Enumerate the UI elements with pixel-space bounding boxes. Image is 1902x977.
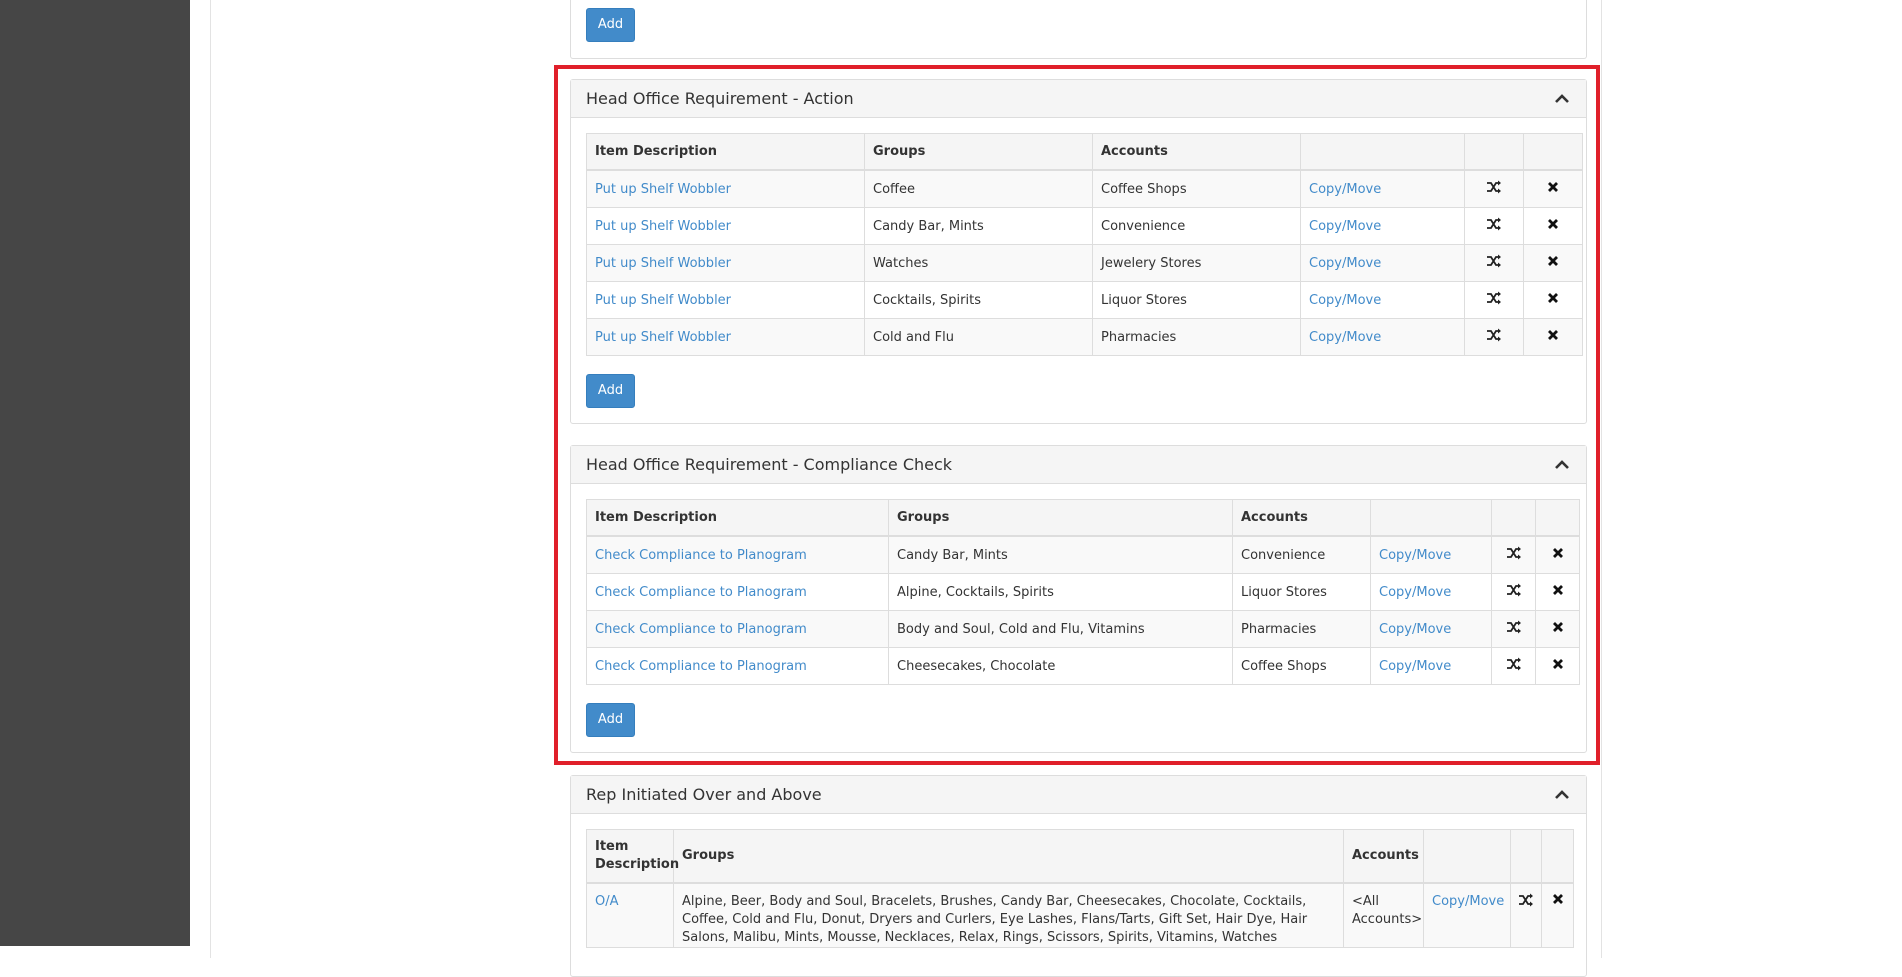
items-table: Item Description Groups Accounts Put up … <box>586 133 1583 356</box>
close-icon[interactable] <box>1547 293 1559 308</box>
shuffle-icon[interactable] <box>1486 254 1502 272</box>
column-header: Groups <box>864 133 1093 171</box>
column-header: Item Description <box>586 133 865 171</box>
column-header: Groups <box>673 829 1344 884</box>
add-button[interactable]: Add <box>586 8 635 42</box>
item-link[interactable]: Put up Shelf Wobbler <box>595 330 731 345</box>
copy-move-link[interactable]: Copy/Move <box>1309 219 1381 234</box>
groups-cell: Candy Bar, Mints <box>888 535 1233 574</box>
column-header: Item Description <box>586 829 679 884</box>
copy-move-link[interactable]: Copy/Move <box>1309 256 1381 271</box>
chevron-up-icon[interactable] <box>1553 456 1571 474</box>
close-icon[interactable] <box>1547 330 1559 345</box>
table-row: Check Compliance to Planogram Body and S… <box>586 610 1580 648</box>
copy-move-link[interactable]: Copy/Move <box>1309 293 1381 308</box>
panel-rep-initiated: Rep Initiated Over and Above Item Descri… <box>570 775 1587 977</box>
shuffle-icon[interactable] <box>1486 217 1502 235</box>
panel-title: Head Office Requirement - Compliance Che… <box>586 455 953 474</box>
item-link[interactable]: Put up Shelf Wobbler <box>595 182 731 197</box>
item-link[interactable]: Check Compliance to Planogram <box>595 585 807 600</box>
sidebar <box>0 0 190 946</box>
add-button[interactable]: Add <box>586 374 635 408</box>
close-icon[interactable] <box>1552 585 1564 600</box>
shuffle-icon[interactable] <box>1506 546 1522 564</box>
accounts-cell: Pharmacies <box>1232 610 1371 648</box>
groups-cell: Cocktails, Spirits <box>864 281 1093 319</box>
panel-heading[interactable]: Head Office Requirement - Compliance Che… <box>571 446 1586 484</box>
items-table: Item Description Groups Accounts Check C… <box>586 499 1580 685</box>
item-link[interactable]: Check Compliance to Planogram <box>595 622 807 637</box>
panel-compliance-check: Head Office Requirement - Compliance Che… <box>570 445 1587 753</box>
item-link[interactable]: O/A <box>595 894 619 909</box>
item-link[interactable]: Put up Shelf Wobbler <box>595 256 731 271</box>
accounts-cell: Coffee Shops <box>1092 169 1301 208</box>
copy-move-link[interactable]: Copy/Move <box>1379 622 1451 637</box>
close-icon[interactable] <box>1547 219 1559 234</box>
close-icon[interactable] <box>1552 894 1564 909</box>
shuffle-icon[interactable] <box>1486 328 1502 346</box>
groups-cell: Alpine, Beer, Body and Soul, Bracelets, … <box>673 882 1344 948</box>
table-row: Put up Shelf Wobbler Watches Jewelery St… <box>586 244 1583 282</box>
panel-heading[interactable]: Rep Initiated Over and Above <box>571 776 1586 814</box>
groups-cell: Watches <box>864 244 1093 282</box>
chevron-up-icon[interactable] <box>1553 786 1571 804</box>
shuffle-icon[interactable] <box>1486 180 1502 198</box>
close-icon[interactable] <box>1552 659 1564 674</box>
accounts-cell: Pharmacies <box>1092 318 1301 356</box>
close-icon[interactable] <box>1547 256 1559 271</box>
groups-cell: Candy Bar, Mints <box>864 207 1093 245</box>
panel-heading[interactable]: Head Office Requirement - Action <box>571 80 1586 118</box>
copy-move-link[interactable]: Copy/Move <box>1379 585 1451 600</box>
copy-move-link[interactable]: Copy/Move <box>1309 182 1381 197</box>
groups-cell: Alpine, Cocktails, Spirits <box>888 573 1233 611</box>
table-row: Put up Shelf Wobbler Cold and Flu Pharma… <box>586 318 1583 356</box>
close-icon[interactable] <box>1547 182 1559 197</box>
table-row: Check Compliance to Planogram Alpine, Co… <box>586 573 1580 611</box>
column-header: Groups <box>888 499 1233 537</box>
add-button[interactable]: Add <box>586 703 635 737</box>
table-row: Put up Shelf Wobbler Coffee Coffee Shops… <box>586 169 1583 208</box>
item-link[interactable]: Check Compliance to Planogram <box>595 659 807 674</box>
accounts-cell: <All Accounts> <box>1343 882 1424 948</box>
column-header: Accounts <box>1092 133 1301 171</box>
copy-move-link[interactable]: Copy/Move <box>1379 548 1451 563</box>
accounts-cell: Convenience <box>1232 535 1371 574</box>
table-row: Put up Shelf Wobbler Cocktails, Spirits … <box>586 281 1583 319</box>
copy-move-link[interactable]: Copy/Move <box>1309 330 1381 345</box>
column-header: Item Description <box>586 499 889 537</box>
groups-cell: Cold and Flu <box>864 318 1093 356</box>
column-header: Accounts <box>1343 829 1424 884</box>
table-row: Check Compliance to Planogram Candy Bar,… <box>586 535 1580 574</box>
table-row: O/A Alpine, Beer, Body and Soul, Bracele… <box>586 882 1574 948</box>
accounts-cell: Liquor Stores <box>1232 573 1371 611</box>
shuffle-icon[interactable] <box>1506 657 1522 675</box>
shuffle-icon[interactable] <box>1506 583 1522 601</box>
shuffle-icon[interactable] <box>1486 291 1502 309</box>
copy-move-link[interactable]: Copy/Move <box>1432 894 1504 909</box>
items-table: Item Description Groups Accounts O/A Alp… <box>586 829 1574 948</box>
table-row: Check Compliance to Planogram Cheesecake… <box>586 647 1580 685</box>
panel-previous: Add <box>570 0 1587 59</box>
accounts-cell: Jewelery Stores <box>1092 244 1301 282</box>
shuffle-icon[interactable] <box>1506 620 1522 638</box>
copy-move-link[interactable]: Copy/Move <box>1379 659 1451 674</box>
panel-action: Head Office Requirement - Action Item De… <box>570 79 1587 424</box>
accounts-cell: Liquor Stores <box>1092 281 1301 319</box>
item-link[interactable]: Check Compliance to Planogram <box>595 548 807 563</box>
groups-cell: Cheesecakes, Chocolate <box>888 647 1233 685</box>
column-header: Accounts <box>1232 499 1371 537</box>
panel-title: Head Office Requirement - Action <box>586 89 854 108</box>
item-link[interactable]: Put up Shelf Wobbler <box>595 293 731 308</box>
close-icon[interactable] <box>1552 622 1564 637</box>
groups-cell: Body and Soul, Cold and Flu, Vitamins <box>888 610 1233 648</box>
accounts-cell: Coffee Shops <box>1232 647 1371 685</box>
table-row: Put up Shelf Wobbler Candy Bar, Mints Co… <box>586 207 1583 245</box>
item-link[interactable]: Put up Shelf Wobbler <box>595 219 731 234</box>
panel-title: Rep Initiated Over and Above <box>586 785 822 804</box>
groups-cell: Coffee <box>864 169 1093 208</box>
close-icon[interactable] <box>1552 548 1564 563</box>
chevron-up-icon[interactable] <box>1553 90 1571 108</box>
accounts-cell: Convenience <box>1092 207 1301 245</box>
shuffle-icon[interactable] <box>1518 893 1534 911</box>
